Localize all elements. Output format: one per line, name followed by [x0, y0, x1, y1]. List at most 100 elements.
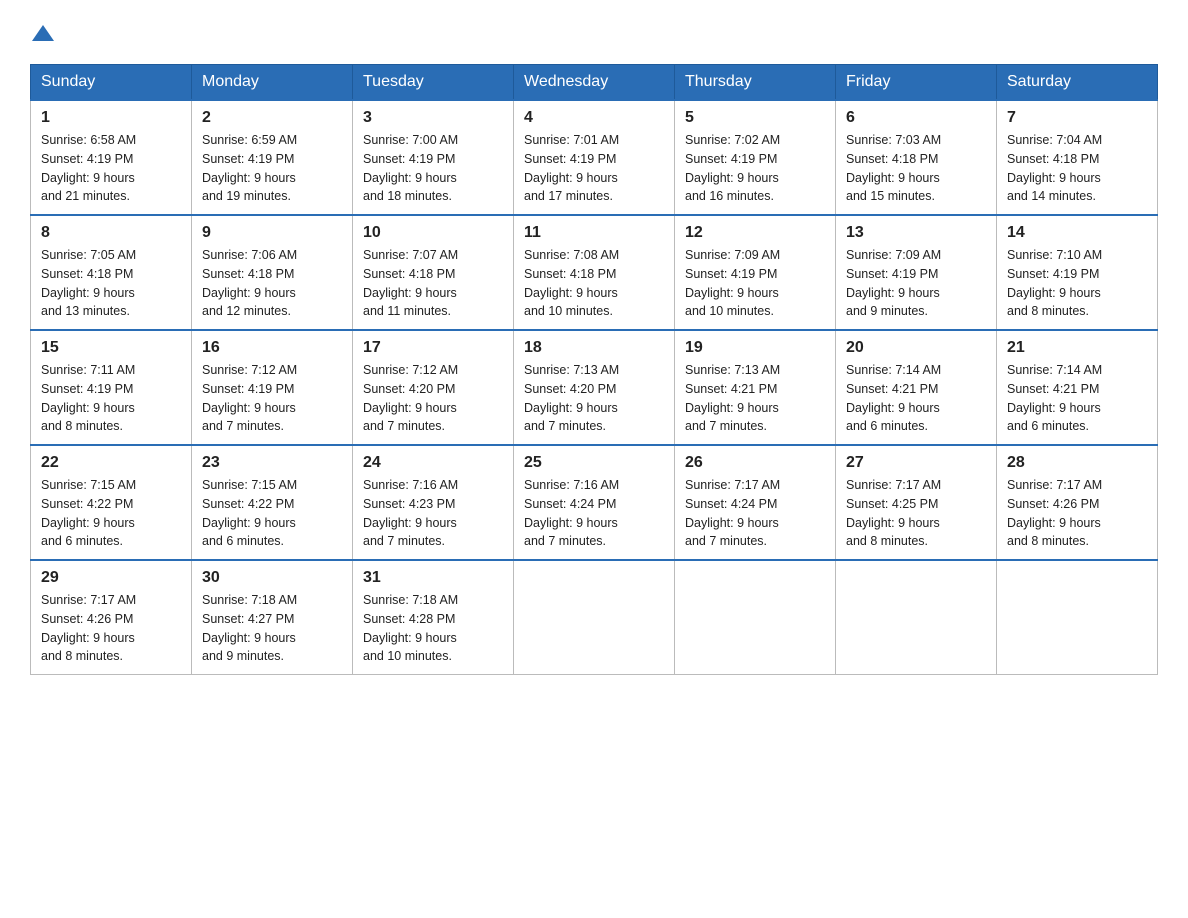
calendar-cell: 13 Sunrise: 7:09 AM Sunset: 4:19 PM Dayl…: [836, 215, 997, 330]
day-number: 8: [41, 224, 181, 242]
day-number: 14: [1007, 224, 1147, 242]
day-number: 13: [846, 224, 986, 242]
day-number: 24: [363, 454, 503, 472]
day-number: 18: [524, 339, 664, 357]
day-info: Sunrise: 7:17 AM Sunset: 4:26 PM Dayligh…: [1007, 476, 1147, 551]
day-number: 30: [202, 569, 342, 587]
calendar-cell: 29 Sunrise: 7:17 AM Sunset: 4:26 PM Dayl…: [31, 560, 192, 675]
day-info: Sunrise: 7:12 AM Sunset: 4:20 PM Dayligh…: [363, 361, 503, 436]
day-info: Sunrise: 7:18 AM Sunset: 4:27 PM Dayligh…: [202, 591, 342, 666]
day-number: 28: [1007, 454, 1147, 472]
calendar-cell: 2 Sunrise: 6:59 AM Sunset: 4:19 PM Dayli…: [192, 100, 353, 215]
week-row-2: 8 Sunrise: 7:05 AM Sunset: 4:18 PM Dayli…: [31, 215, 1158, 330]
calendar-header-row: SundayMondayTuesdayWednesdayThursdayFrid…: [31, 65, 1158, 101]
day-info: Sunrise: 6:59 AM Sunset: 4:19 PM Dayligh…: [202, 131, 342, 206]
calendar-cell: 10 Sunrise: 7:07 AM Sunset: 4:18 PM Dayl…: [353, 215, 514, 330]
calendar-cell: 7 Sunrise: 7:04 AM Sunset: 4:18 PM Dayli…: [997, 100, 1158, 215]
day-info: Sunrise: 7:16 AM Sunset: 4:24 PM Dayligh…: [524, 476, 664, 551]
day-info: Sunrise: 7:09 AM Sunset: 4:19 PM Dayligh…: [846, 246, 986, 321]
day-info: Sunrise: 7:14 AM Sunset: 4:21 PM Dayligh…: [846, 361, 986, 436]
day-info: Sunrise: 7:13 AM Sunset: 4:21 PM Dayligh…: [685, 361, 825, 436]
day-number: 21: [1007, 339, 1147, 357]
week-row-4: 22 Sunrise: 7:15 AM Sunset: 4:22 PM Dayl…: [31, 445, 1158, 560]
calendar-cell: 18 Sunrise: 7:13 AM Sunset: 4:20 PM Dayl…: [514, 330, 675, 445]
calendar-cell: 1 Sunrise: 6:58 AM Sunset: 4:19 PM Dayli…: [31, 100, 192, 215]
calendar-cell: 11 Sunrise: 7:08 AM Sunset: 4:18 PM Dayl…: [514, 215, 675, 330]
calendar-cell: 3 Sunrise: 7:00 AM Sunset: 4:19 PM Dayli…: [353, 100, 514, 215]
calendar-cell: 27 Sunrise: 7:17 AM Sunset: 4:25 PM Dayl…: [836, 445, 997, 560]
day-header-monday: Monday: [192, 65, 353, 101]
day-number: 11: [524, 224, 664, 242]
day-number: 12: [685, 224, 825, 242]
calendar-cell: 17 Sunrise: 7:12 AM Sunset: 4:20 PM Dayl…: [353, 330, 514, 445]
day-number: 2: [202, 109, 342, 127]
day-number: 10: [363, 224, 503, 242]
day-info: Sunrise: 7:11 AM Sunset: 4:19 PM Dayligh…: [41, 361, 181, 436]
day-number: 19: [685, 339, 825, 357]
day-info: Sunrise: 7:08 AM Sunset: 4:18 PM Dayligh…: [524, 246, 664, 321]
day-number: 31: [363, 569, 503, 587]
day-number: 6: [846, 109, 986, 127]
day-info: Sunrise: 7:15 AM Sunset: 4:22 PM Dayligh…: [202, 476, 342, 551]
day-number: 20: [846, 339, 986, 357]
day-number: 7: [1007, 109, 1147, 127]
calendar-cell: 15 Sunrise: 7:11 AM Sunset: 4:19 PM Dayl…: [31, 330, 192, 445]
day-number: 1: [41, 109, 181, 127]
day-header-wednesday: Wednesday: [514, 65, 675, 101]
day-number: 9: [202, 224, 342, 242]
day-number: 26: [685, 454, 825, 472]
day-info: Sunrise: 7:17 AM Sunset: 4:24 PM Dayligh…: [685, 476, 825, 551]
calendar-cell: 16 Sunrise: 7:12 AM Sunset: 4:19 PM Dayl…: [192, 330, 353, 445]
day-number: 22: [41, 454, 181, 472]
day-info: Sunrise: 7:16 AM Sunset: 4:23 PM Dayligh…: [363, 476, 503, 551]
day-header-tuesday: Tuesday: [353, 65, 514, 101]
day-info: Sunrise: 7:05 AM Sunset: 4:18 PM Dayligh…: [41, 246, 181, 321]
day-number: 4: [524, 109, 664, 127]
week-row-1: 1 Sunrise: 6:58 AM Sunset: 4:19 PM Dayli…: [31, 100, 1158, 215]
day-number: 29: [41, 569, 181, 587]
calendar-cell: 24 Sunrise: 7:16 AM Sunset: 4:23 PM Dayl…: [353, 445, 514, 560]
day-info: Sunrise: 7:07 AM Sunset: 4:18 PM Dayligh…: [363, 246, 503, 321]
day-info: Sunrise: 7:17 AM Sunset: 4:26 PM Dayligh…: [41, 591, 181, 666]
day-number: 3: [363, 109, 503, 127]
day-header-friday: Friday: [836, 65, 997, 101]
day-info: Sunrise: 7:01 AM Sunset: 4:19 PM Dayligh…: [524, 131, 664, 206]
day-info: Sunrise: 7:03 AM Sunset: 4:18 PM Dayligh…: [846, 131, 986, 206]
calendar-cell: 31 Sunrise: 7:18 AM Sunset: 4:28 PM Dayl…: [353, 560, 514, 675]
day-number: 17: [363, 339, 503, 357]
calendar-cell: 6 Sunrise: 7:03 AM Sunset: 4:18 PM Dayli…: [836, 100, 997, 215]
week-row-5: 29 Sunrise: 7:17 AM Sunset: 4:26 PM Dayl…: [31, 560, 1158, 675]
day-info: Sunrise: 7:13 AM Sunset: 4:20 PM Dayligh…: [524, 361, 664, 436]
day-info: Sunrise: 7:14 AM Sunset: 4:21 PM Dayligh…: [1007, 361, 1147, 436]
calendar-cell: 8 Sunrise: 7:05 AM Sunset: 4:18 PM Dayli…: [31, 215, 192, 330]
calendar-cell: 14 Sunrise: 7:10 AM Sunset: 4:19 PM Dayl…: [997, 215, 1158, 330]
calendar-cell: 26 Sunrise: 7:17 AM Sunset: 4:24 PM Dayl…: [675, 445, 836, 560]
day-header-saturday: Saturday: [997, 65, 1158, 101]
calendar-cell: 28 Sunrise: 7:17 AM Sunset: 4:26 PM Dayl…: [997, 445, 1158, 560]
week-row-3: 15 Sunrise: 7:11 AM Sunset: 4:19 PM Dayl…: [31, 330, 1158, 445]
day-number: 25: [524, 454, 664, 472]
day-info: Sunrise: 7:12 AM Sunset: 4:19 PM Dayligh…: [202, 361, 342, 436]
calendar-cell: 25 Sunrise: 7:16 AM Sunset: 4:24 PM Dayl…: [514, 445, 675, 560]
day-info: Sunrise: 7:06 AM Sunset: 4:18 PM Dayligh…: [202, 246, 342, 321]
day-header-thursday: Thursday: [675, 65, 836, 101]
page-header: [30, 20, 1158, 44]
calendar-cell: 4 Sunrise: 7:01 AM Sunset: 4:19 PM Dayli…: [514, 100, 675, 215]
day-info: Sunrise: 6:58 AM Sunset: 4:19 PM Dayligh…: [41, 131, 181, 206]
day-info: Sunrise: 7:00 AM Sunset: 4:19 PM Dayligh…: [363, 131, 503, 206]
calendar-cell: 12 Sunrise: 7:09 AM Sunset: 4:19 PM Dayl…: [675, 215, 836, 330]
day-info: Sunrise: 7:18 AM Sunset: 4:28 PM Dayligh…: [363, 591, 503, 666]
calendar-cell: [997, 560, 1158, 675]
day-header-sunday: Sunday: [31, 65, 192, 101]
day-info: Sunrise: 7:17 AM Sunset: 4:25 PM Dayligh…: [846, 476, 986, 551]
calendar-cell: [514, 560, 675, 675]
day-number: 27: [846, 454, 986, 472]
calendar-cell: 19 Sunrise: 7:13 AM Sunset: 4:21 PM Dayl…: [675, 330, 836, 445]
calendar-cell: [675, 560, 836, 675]
calendar-cell: 30 Sunrise: 7:18 AM Sunset: 4:27 PM Dayl…: [192, 560, 353, 675]
day-number: 15: [41, 339, 181, 357]
logo: [30, 20, 54, 44]
calendar-cell: 5 Sunrise: 7:02 AM Sunset: 4:19 PM Dayli…: [675, 100, 836, 215]
day-info: Sunrise: 7:02 AM Sunset: 4:19 PM Dayligh…: [685, 131, 825, 206]
calendar-cell: 23 Sunrise: 7:15 AM Sunset: 4:22 PM Dayl…: [192, 445, 353, 560]
